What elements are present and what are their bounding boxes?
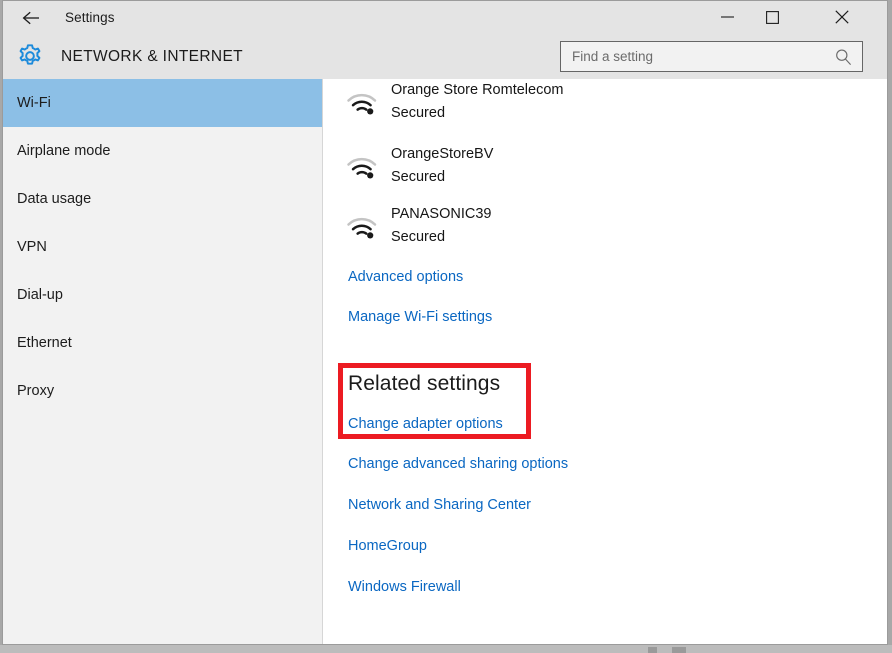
close-icon <box>834 10 849 24</box>
taskbar-edge <box>0 645 892 653</box>
sidebar-item-label: Proxy <box>17 383 55 399</box>
sidebar-item-airplane-mode[interactable]: Airplane mode <box>3 127 322 175</box>
wifi-signal-icon <box>346 151 380 181</box>
wifi-network-item[interactable]: PANASONIC39 Secured <box>346 205 766 267</box>
title-bar: Settings <box>3 1 887 34</box>
sidebar-item-vpn[interactable]: VPN <box>3 223 322 271</box>
minimize-icon <box>721 11 734 23</box>
wifi-signal-icon <box>346 87 380 117</box>
taskbar-icon <box>672 647 686 653</box>
sidebar-item-label: VPN <box>17 239 47 255</box>
sidebar-item-label: Dial-up <box>17 287 63 303</box>
wifi-network-item[interactable]: Orange Store Romtelecom Secured <box>346 81 766 143</box>
sidebar-item-label: Ethernet <box>17 335 72 351</box>
link-manage-wifi-settings[interactable]: Manage Wi-Fi settings <box>348 309 492 325</box>
gear-icon <box>15 41 45 71</box>
sidebar-item-label: Wi-Fi <box>17 95 51 111</box>
sidebar-navigation: Wi-Fi Airplane mode Data usage VPN Dial-… <box>3 79 323 644</box>
window-title: Settings <box>65 10 115 25</box>
link-windows-firewall[interactable]: Windows Firewall <box>348 579 461 595</box>
page-title: NETWORK & INTERNET <box>61 48 243 65</box>
related-settings-heading: Related settings <box>348 372 501 395</box>
link-advanced-options[interactable]: Advanced options <box>348 269 463 285</box>
wifi-signal-icon <box>346 211 380 241</box>
close-button[interactable] <box>819 1 864 33</box>
settings-window: Settings NETWORK & INTERNET Find a setti… <box>2 0 888 645</box>
sidebar-item-dial-up[interactable]: Dial-up <box>3 271 322 319</box>
sidebar-item-wi-fi[interactable]: Wi-Fi <box>3 79 322 127</box>
search-box[interactable] <box>560 41 863 72</box>
sidebar-item-data-usage[interactable]: Data usage <box>3 175 322 223</box>
wifi-network-status: Secured <box>391 105 446 121</box>
link-network-and-sharing-center[interactable]: Network and Sharing Center <box>348 497 531 513</box>
wifi-network-name: Orange Store Romtelecom <box>391 82 564 98</box>
wifi-network-item[interactable]: OrangeStoreBV Secured <box>346 145 766 207</box>
maximize-icon <box>766 10 779 24</box>
wifi-network-status: Secured <box>391 229 446 245</box>
content-pane: Orange Store Romtelecom Secured OrangeSt… <box>324 79 887 644</box>
back-button[interactable] <box>9 1 55 34</box>
wifi-network-name: OrangeStoreBV <box>391 146 494 162</box>
sidebar-item-proxy[interactable]: Proxy <box>3 367 322 415</box>
sidebar-item-ethernet[interactable]: Ethernet <box>3 319 322 367</box>
wifi-network-name: PANASONIC39 <box>391 206 492 222</box>
search-input[interactable] <box>561 42 829 71</box>
link-change-adapter-options[interactable]: Change adapter options <box>348 416 503 432</box>
maximize-button[interactable] <box>750 1 795 33</box>
back-arrow-icon <box>22 10 42 26</box>
link-homegroup[interactable]: HomeGroup <box>348 538 427 554</box>
wifi-network-status: Secured <box>391 169 446 185</box>
minimize-button[interactable] <box>705 1 750 33</box>
sidebar-item-label: Data usage <box>17 191 92 207</box>
taskbar-icon <box>648 647 657 653</box>
link-change-advanced-sharing-options[interactable]: Change advanced sharing options <box>348 456 568 472</box>
page-header: NETWORK & INTERNET <box>3 34 887 79</box>
sidebar-item-label: Airplane mode <box>17 143 111 159</box>
search-icon <box>834 48 853 67</box>
